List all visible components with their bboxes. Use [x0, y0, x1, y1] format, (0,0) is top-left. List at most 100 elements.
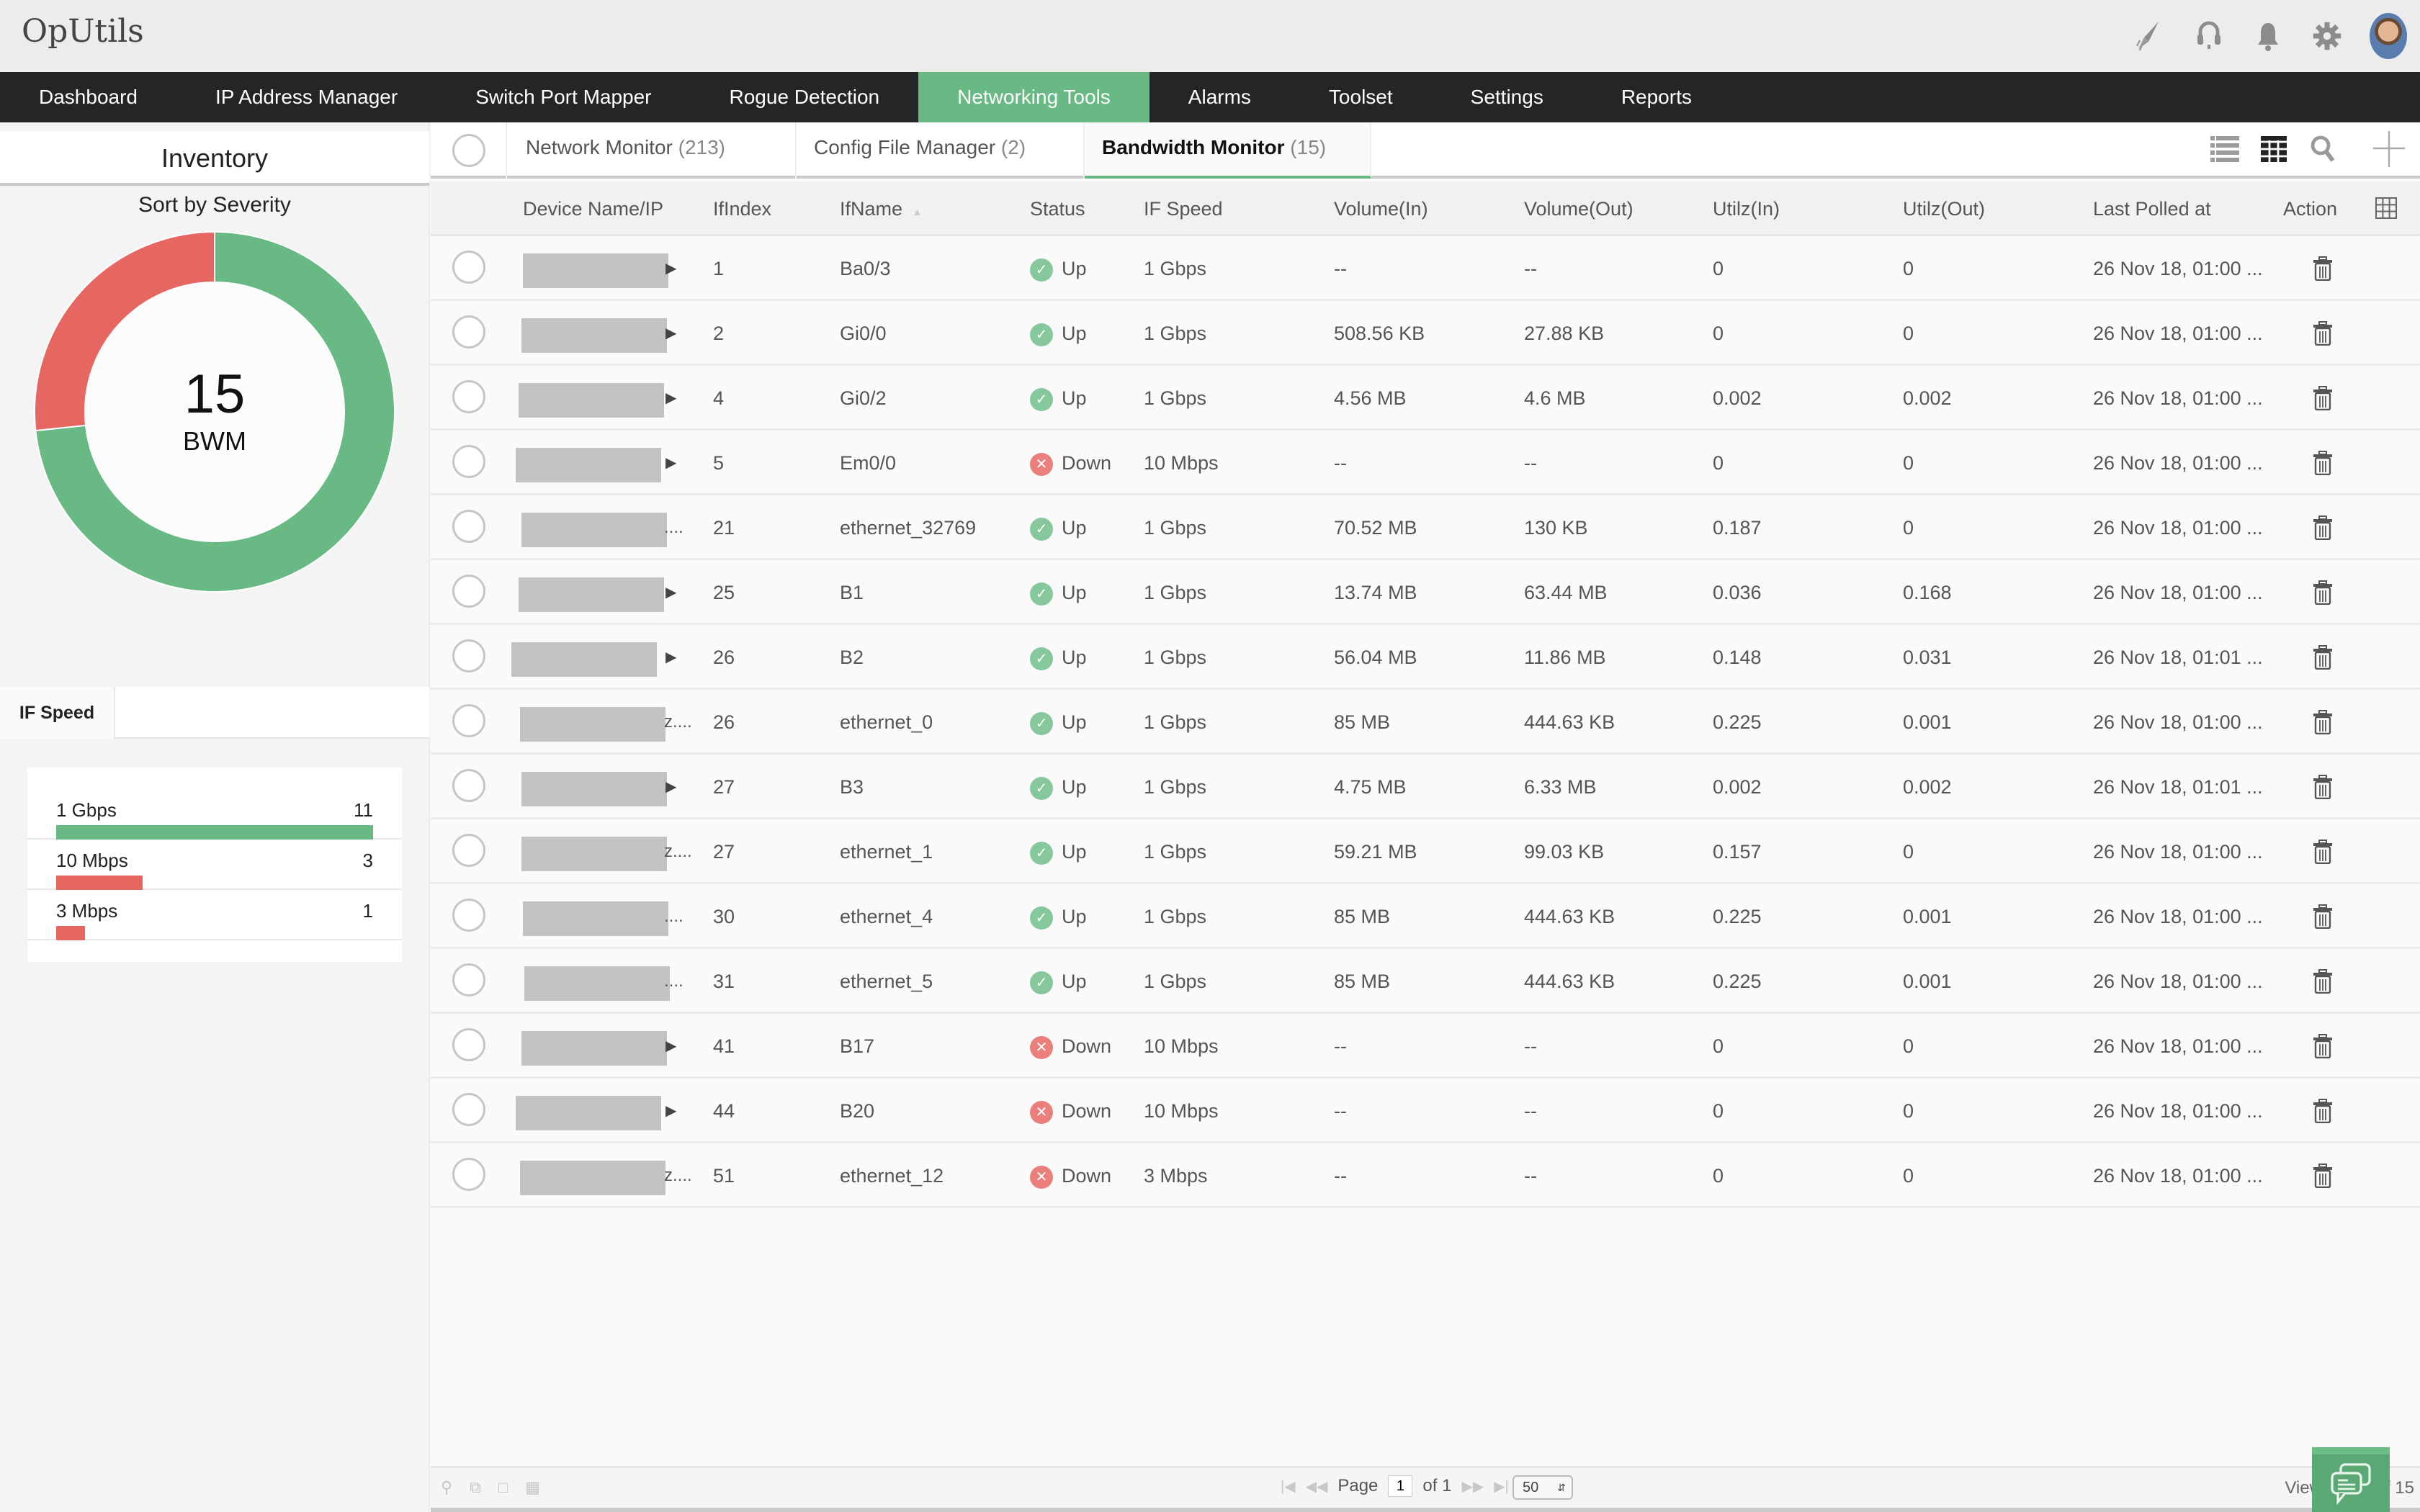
nav-dashboard[interactable]: Dashboard [0, 72, 176, 122]
row-select-radio[interactable] [452, 510, 485, 543]
table-row[interactable]: ▶ 1 Ba0/3 ✓ Up 1 Gbps -- -- 0 0 26 Nov 18… [431, 236, 2420, 301]
nav-alarms[interactable]: Alarms [1150, 72, 1290, 122]
page-input[interactable] [1388, 1475, 1413, 1497]
delete-icon[interactable] [2312, 840, 2334, 864]
rocket-icon[interactable] [2133, 19, 2166, 53]
device-name-redacted[interactable] [519, 383, 664, 418]
list-view-icon[interactable] [2208, 132, 2241, 166]
delete-icon[interactable] [2312, 256, 2334, 281]
nav-switch-port-mapper[interactable]: Switch Port Mapper [436, 72, 690, 122]
device-name-redacted[interactable] [520, 707, 666, 742]
table-row[interactable]: .... 30 ethernet_4 ✓ Up 1 Gbps 85 MB 444.… [431, 884, 2420, 949]
row-select-radio[interactable] [452, 899, 485, 932]
expand-arrow-icon[interactable]: ▶ [666, 1079, 676, 1143]
delete-icon[interactable] [2312, 1034, 2334, 1058]
table-row[interactable]: ▶ 27 B3 ✓ Up 1 Gbps 4.75 MB 6.33 MB 0.002… [431, 755, 2420, 819]
col-ifindex[interactable]: IfIndex [713, 181, 771, 236]
table-row[interactable]: ▶ 41 B17 ✕ Down 10 Mbps -- -- 0 0 26 Nov … [431, 1014, 2420, 1079]
bell-icon[interactable] [2251, 19, 2285, 53]
delete-icon[interactable] [2312, 386, 2334, 410]
add-icon[interactable] [2372, 131, 2406, 167]
col-ifname[interactable]: IfName ▲ [840, 181, 922, 236]
first-page-icon[interactable]: |◀ [1281, 1477, 1296, 1495]
nav-networking-tools[interactable]: Networking Tools [918, 72, 1150, 122]
rows-per-page-select[interactable]: 50 ⇵ [1512, 1475, 1573, 1500]
row-select-radio[interactable] [452, 1028, 485, 1061]
select-all-radio[interactable] [452, 134, 485, 167]
if-speed-item[interactable]: 10 Mbps 3 [27, 840, 402, 890]
delete-icon[interactable] [2312, 580, 2334, 605]
delete-icon[interactable] [2312, 516, 2334, 540]
table-row[interactable]: ▶ 2 Gi0/0 ✓ Up 1 Gbps 508.56 KB 27.88 KB … [431, 301, 2420, 366]
grid-view-icon[interactable] [2257, 132, 2290, 166]
expand-arrow-icon[interactable]: ▶ [666, 1014, 676, 1079]
if-speed-item[interactable]: 1 Gbps 11 [27, 789, 402, 840]
table-row[interactable]: ▶ 26 B2 ✓ Up 1 Gbps 56.04 MB 11.86 MB 0.1… [431, 625, 2420, 690]
nav-rogue-detection[interactable]: Rogue Detection [691, 72, 919, 122]
delete-icon[interactable] [2312, 645, 2334, 670]
search-icon[interactable] [2306, 132, 2339, 166]
row-select-radio[interactable] [452, 575, 485, 608]
headset-icon[interactable] [2192, 19, 2226, 53]
col-utilz-in[interactable]: Utilz(In) [1713, 181, 1780, 236]
prev-page-icon[interactable]: ◀◀ [1306, 1477, 1328, 1495]
table-row[interactable]: .... 31 ethernet_5 ✓ Up 1 Gbps 85 MB 444.… [431, 949, 2420, 1014]
expand-arrow-icon[interactable]: ▶ [666, 755, 676, 819]
row-select-radio[interactable] [452, 1093, 485, 1126]
table-row[interactable]: ▶ 5 Em0/0 ✕ Down 10 Mbps -- -- 0 0 26 Nov… [431, 431, 2420, 495]
col-utilz-out[interactable]: Utilz(Out) [1903, 181, 1985, 236]
expand-arrow-icon[interactable]: ▶ [666, 625, 676, 690]
next-page-icon[interactable]: ▶▶ [1461, 1477, 1484, 1495]
device-name-redacted[interactable] [521, 837, 667, 871]
expand-arrow-icon[interactable]: ▶ [666, 431, 676, 495]
row-select-radio[interactable] [452, 445, 485, 478]
table-row[interactable]: .... 21 ethernet_32769 ✓ Up 1 Gbps 70.52 … [431, 495, 2420, 560]
expand-arrow-icon[interactable]: ▶ [666, 560, 676, 625]
user-avatar[interactable] [2370, 13, 2407, 59]
nav-settings[interactable]: Settings [1432, 72, 1582, 122]
device-name-redacted[interactable] [521, 513, 667, 547]
device-name-redacted[interactable] [511, 642, 657, 677]
last-page-icon[interactable]: ▶| [1494, 1477, 1509, 1495]
row-select-radio[interactable] [452, 834, 485, 867]
if-speed-item[interactable]: 3 Mbps 1 [27, 890, 402, 940]
col-status[interactable]: Status [1030, 181, 1085, 236]
delete-icon[interactable] [2312, 775, 2334, 799]
row-select-radio[interactable] [452, 963, 485, 996]
tab-if-speed[interactable]: IF Speed [0, 687, 115, 739]
device-name-redacted[interactable] [521, 772, 667, 806]
chat-button[interactable] [2312, 1447, 2390, 1512]
footer-copy-icon[interactable]: ⧉ [470, 1478, 481, 1497]
nav-toolset[interactable]: Toolset [1290, 72, 1432, 122]
table-row[interactable]: z.... 26 ethernet_0 ✓ Up 1 Gbps 85 MB 444… [431, 690, 2420, 755]
table-row[interactable]: ▶ 4 Gi0/2 ✓ Up 1 Gbps 4.56 MB 4.6 MB 0.00… [431, 366, 2420, 431]
table-row[interactable]: z.... 27 ethernet_1 ✓ Up 1 Gbps 59.21 MB … [431, 819, 2420, 884]
device-name-redacted[interactable] [520, 1161, 666, 1195]
table-row[interactable]: z.... 51 ethernet_12 ✕ Down 3 Mbps -- -- … [431, 1143, 2420, 1208]
footer-search-icon[interactable]: ⚲ [441, 1478, 452, 1497]
device-name-redacted[interactable] [519, 577, 664, 612]
gear-icon[interactable] [2311, 19, 2344, 53]
device-name-redacted[interactable] [523, 901, 668, 936]
col-volume-out[interactable]: Volume(Out) [1524, 181, 1634, 236]
expand-arrow-icon[interactable]: ▶ [666, 236, 676, 301]
row-select-radio[interactable] [452, 1158, 485, 1191]
footer-table-icon[interactable]: ▦ [525, 1478, 540, 1497]
row-select-radio[interactable] [452, 639, 485, 672]
device-name-redacted[interactable] [523, 253, 668, 288]
tab-config-file-manager[interactable]: Config File Manager (2) [797, 122, 1085, 179]
device-name-redacted[interactable] [521, 1031, 667, 1066]
delete-icon[interactable] [2312, 904, 2334, 929]
row-select-radio[interactable] [452, 251, 485, 284]
expand-arrow-icon[interactable]: ▶ [666, 301, 676, 366]
footer-file-icon[interactable]: □ [498, 1478, 508, 1497]
row-select-radio[interactable] [452, 769, 485, 802]
tab-bandwidth-monitor[interactable]: Bandwidth Monitor (15) [1085, 122, 1371, 179]
column-chooser-icon[interactable] [2375, 197, 2397, 220]
device-name-redacted[interactable] [516, 448, 661, 482]
delete-icon[interactable] [2312, 1099, 2334, 1123]
delete-icon[interactable] [2312, 451, 2334, 475]
expand-arrow-icon[interactable]: ▶ [666, 366, 676, 431]
row-select-radio[interactable] [452, 315, 485, 348]
row-select-radio[interactable] [452, 380, 485, 413]
